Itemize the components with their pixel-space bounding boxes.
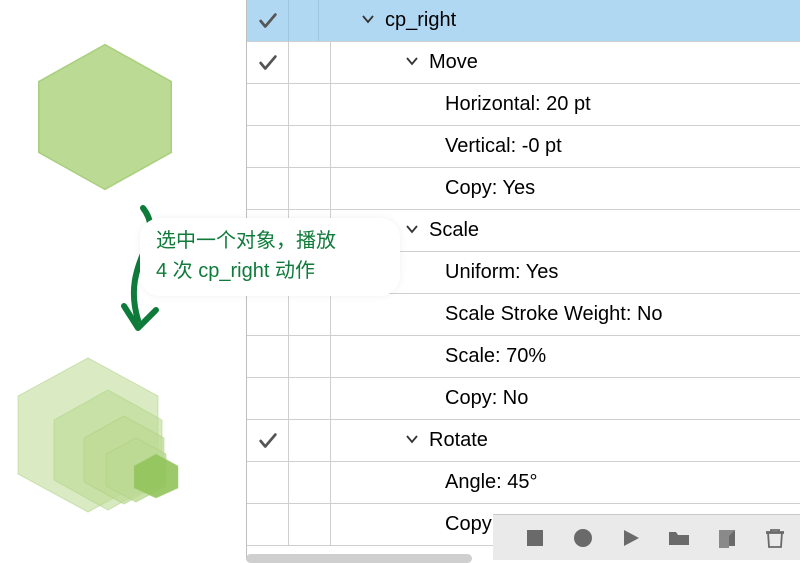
row-body: Rotate [331, 420, 800, 461]
spacer-cell [289, 504, 331, 545]
hexagon-top [28, 40, 182, 194]
horizontal-scrollbar[interactable] [246, 554, 472, 563]
row-body: Scale: 70% [331, 336, 800, 377]
row-body: Copy: No [331, 378, 800, 419]
row-label: Vertical: -0 pt [405, 135, 562, 157]
row-label: Scale [429, 219, 479, 241]
spacer-cell [289, 42, 331, 83]
actions-toolbar [493, 514, 800, 560]
annotation-line-1: 选中一个对象，播放 [156, 226, 384, 256]
row-body: Copy: Yes [331, 168, 800, 209]
chevron-down-icon[interactable] [361, 12, 375, 26]
row-label: Horizontal: 20 pt [405, 93, 591, 115]
trash-icon[interactable] [764, 527, 786, 549]
action-row[interactable]: Horizontal: 20 pt [247, 84, 800, 126]
row-label: Scale Stroke Weight: No [405, 303, 663, 325]
row-body: Horizontal: 20 pt [331, 84, 800, 125]
row-body: Scale [331, 210, 800, 251]
spacer-cell [289, 378, 331, 419]
row-body: cp_right [319, 0, 800, 41]
spacer-cell [289, 84, 331, 125]
folder-icon[interactable] [668, 527, 690, 549]
toggle-checkbox[interactable] [247, 294, 289, 335]
row-label: Rotate [429, 429, 488, 451]
action-row[interactable]: Copy: No [247, 378, 800, 420]
spacer-cell [289, 168, 331, 209]
row-label: Move [429, 51, 478, 73]
row-label: Angle: 45° [405, 471, 538, 493]
row-label: Scale: 70% [405, 345, 546, 367]
action-row[interactable]: Scale Stroke Weight: No [247, 294, 800, 336]
chevron-down-icon[interactable] [405, 432, 419, 446]
spacer-cell [289, 126, 331, 167]
toggle-checkbox[interactable] [247, 168, 289, 209]
toggle-checkbox[interactable] [247, 504, 289, 545]
toggle-checkbox[interactable] [247, 84, 289, 125]
action-row[interactable]: Rotate [247, 420, 800, 462]
row-label: cp_right [385, 9, 456, 31]
spacer-cell [289, 336, 331, 377]
toggle-checkbox[interactable] [247, 0, 289, 41]
annotation-bubble: 选中一个对象，播放 4 次 cp_right 动作 [140, 218, 400, 296]
toggle-checkbox[interactable] [247, 42, 289, 83]
row-body: Angle: 45° [331, 462, 800, 503]
toggle-checkbox[interactable] [247, 462, 289, 503]
action-row[interactable]: Copy: Yes [247, 168, 800, 210]
toggle-checkbox[interactable] [247, 420, 289, 461]
action-row[interactable]: Scale: 70% [247, 336, 800, 378]
row-body: Scale Stroke Weight: No [331, 294, 800, 335]
chevron-down-icon[interactable] [405, 54, 419, 68]
toggle-checkbox[interactable] [247, 336, 289, 377]
row-label: Copy: Yes [405, 177, 535, 199]
row-body: Move [331, 42, 800, 83]
chevron-down-icon[interactable] [405, 222, 419, 236]
annotation-line-2: 4 次 cp_right 动作 [156, 256, 384, 286]
spacer-cell [289, 462, 331, 503]
action-row[interactable]: Angle: 45° [247, 462, 800, 504]
row-body: Uniform: Yes [331, 252, 800, 293]
row-label: Copy: No [405, 387, 528, 409]
spacer-cell [289, 0, 319, 41]
action-row[interactable]: Vertical: -0 pt [247, 126, 800, 168]
action-row[interactable]: cp_right [247, 0, 800, 42]
stop-icon[interactable] [524, 527, 546, 549]
toggle-checkbox[interactable] [247, 378, 289, 419]
record-icon[interactable] [572, 527, 594, 549]
action-row[interactable]: Move [247, 42, 800, 84]
row-body: Vertical: -0 pt [331, 126, 800, 167]
new-action-icon[interactable] [716, 527, 738, 549]
spacer-cell [289, 294, 331, 335]
toggle-checkbox[interactable] [247, 126, 289, 167]
spacer-cell [289, 420, 331, 461]
play-icon[interactable] [620, 527, 642, 549]
hexagon-cluster [6, 350, 216, 550]
row-label: Uniform: Yes [405, 261, 558, 283]
